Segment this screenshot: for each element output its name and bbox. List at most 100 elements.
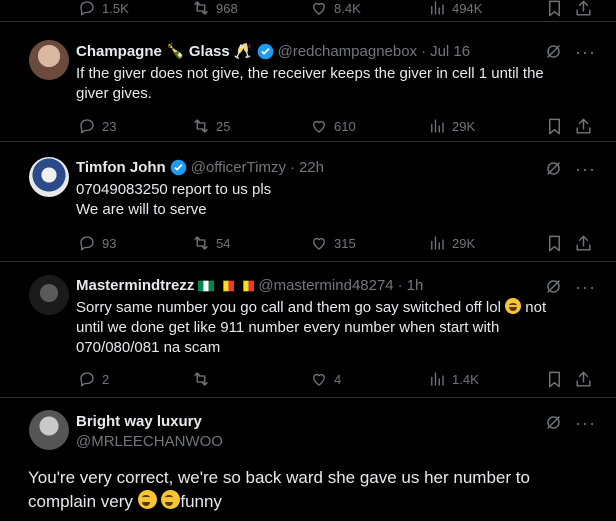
tweet[interactable]: Champagne 🍾 Glass 🥂 @redchampagnebox · J…	[0, 22, 616, 142]
author-name[interactable]: Timfon John	[76, 159, 166, 176]
more-icon[interactable]: ···	[575, 160, 596, 178]
verified-badge-icon	[257, 43, 273, 59]
like-icon	[313, 120, 325, 133]
rofl-emoji-icon	[137, 490, 157, 509]
rofl-emoji-icon	[161, 490, 181, 509]
views-icon	[431, 119, 444, 133]
views-icon	[431, 236, 444, 250]
reply-button[interactable]: 23	[78, 117, 116, 135]
repost-icon	[194, 236, 208, 250]
tweet-text: 07049083250 report to us pls We are will…	[76, 180, 576, 220]
tweet[interactable]: Mastermindtrezz @mastermind48274 · 1h ··…	[0, 262, 616, 398]
share-icon	[576, 118, 591, 134]
views-button[interactable]: 494K	[428, 0, 482, 17]
nigeria-flag-icon	[198, 280, 215, 291]
views-button[interactable]: 29K	[428, 117, 475, 135]
like-button[interactable]: 610	[310, 117, 356, 135]
avatar[interactable]	[29, 275, 69, 315]
repost-button[interactable]: 25	[192, 117, 230, 135]
bookmark-button[interactable]	[545, 370, 564, 389]
bookmark-icon	[549, 0, 560, 17]
share-icon	[576, 371, 591, 387]
reply-button[interactable]: 1.5K	[78, 0, 129, 17]
bookmark-icon	[549, 118, 560, 135]
grok-icon[interactable]	[544, 277, 563, 296]
reply-icon	[80, 236, 94, 251]
share-button[interactable]	[574, 0, 593, 18]
author-handle[interactable]: @mastermind48274	[258, 277, 393, 294]
views-button[interactable]: 1.4K	[428, 370, 479, 388]
tweet-text: Sorry same number you go call and them g…	[76, 298, 576, 358]
laughing-emoji-icon	[505, 298, 522, 314]
tweet-text-line: We are will to serve	[76, 201, 207, 218]
share-button[interactable]	[574, 370, 593, 389]
reply-icon	[80, 372, 94, 387]
more-icon[interactable]: ···	[575, 414, 596, 432]
repost-icon	[194, 372, 208, 386]
tweet-text-part: You're very correct, we're so back ward …	[28, 468, 530, 511]
like-icon	[313, 373, 325, 386]
avatar[interactable]	[29, 40, 69, 80]
tweet-header: Mastermindtrezz @mastermind48274 · 1h	[76, 277, 423, 294]
repost-icon	[194, 1, 208, 15]
author-handle[interactable]: @officerTimzy	[191, 159, 286, 176]
bookmark-button[interactable]	[545, 0, 564, 18]
bookmark-icon	[549, 235, 560, 252]
tweet-top-actions: ···	[544, 413, 596, 432]
views-icon	[431, 372, 444, 386]
bookmark-icon	[549, 371, 560, 388]
views-icon	[431, 1, 444, 15]
tweet-header: Timfon John @officerTimzy · 22h	[76, 159, 324, 176]
avatar[interactable]	[29, 410, 69, 450]
repost-button[interactable]: 54	[192, 234, 230, 252]
tweet-text: You're very correct, we're so back ward …	[28, 466, 598, 514]
like-button[interactable]: 4	[310, 370, 341, 388]
timestamp[interactable]: Jul 16	[430, 43, 470, 60]
tweet-header: Champagne 🍾 Glass 🥂 @redchampagnebox · J…	[76, 42, 470, 61]
tweet-text: If the giver does not give, the receiver…	[76, 65, 544, 102]
tweet-top-actions: ···	[544, 42, 596, 61]
timestamp[interactable]: 1h	[407, 277, 424, 294]
tweet-text-part: funny	[180, 492, 222, 511]
separator-dot: ·	[397, 277, 403, 294]
more-icon[interactable]: ···	[575, 43, 596, 61]
reply-button[interactable]: 2	[78, 370, 109, 388]
share-button[interactable]	[574, 117, 593, 136]
share-button[interactable]	[574, 234, 593, 253]
previous-tweet-actions: 1.5K 968 8.4K 494K	[0, 0, 616, 22]
belgium-flag-icon	[238, 280, 255, 291]
bookmark-button[interactable]	[545, 117, 564, 136]
bookmark-button[interactable]	[545, 234, 564, 253]
author-handle[interactable]: @MRLEECHANWOO	[76, 433, 223, 450]
author-handle[interactable]: @redchampagnebox	[278, 43, 417, 60]
grok-icon[interactable]	[544, 413, 563, 432]
verified-badge-icon	[170, 159, 187, 176]
tweet-text-part: Sorry same number you go call and them g…	[76, 299, 501, 316]
reply-icon	[80, 1, 94, 16]
like-button[interactable]: 315	[310, 234, 356, 252]
tweet-top-actions: ···	[544, 277, 596, 296]
share-icon	[576, 235, 591, 251]
more-icon[interactable]: ···	[575, 278, 596, 296]
separator-dot: ·	[421, 42, 427, 60]
author-name[interactable]: Mastermindtrezz	[76, 277, 194, 294]
author-name[interactable]: Bright way luxury	[76, 413, 202, 430]
author-name[interactable]: Champagne 🍾 Glass 🥂	[76, 42, 253, 60]
like-icon	[313, 2, 325, 15]
tweet-top-actions: ···	[544, 159, 596, 178]
belgium-flag-icon	[218, 280, 235, 291]
grok-icon[interactable]	[544, 42, 563, 61]
separator-dot: ·	[289, 159, 295, 176]
avatar[interactable]	[29, 157, 69, 197]
like-button[interactable]: 8.4K	[310, 0, 361, 17]
grok-icon[interactable]	[544, 159, 563, 178]
repost-icon	[194, 119, 208, 133]
timestamp[interactable]: 22h	[299, 159, 324, 176]
reply-button[interactable]: 93	[78, 234, 116, 252]
repost-button[interactable]: 968	[192, 0, 238, 17]
share-icon	[576, 0, 591, 16]
tweet[interactable]: Timfon John @officerTimzy · 22h ··· 0704…	[0, 142, 616, 262]
views-button[interactable]: 29K	[428, 234, 475, 252]
repost-button[interactable]	[192, 370, 216, 388]
tweet-text-line: 07049083250 report to us pls	[76, 181, 272, 198]
